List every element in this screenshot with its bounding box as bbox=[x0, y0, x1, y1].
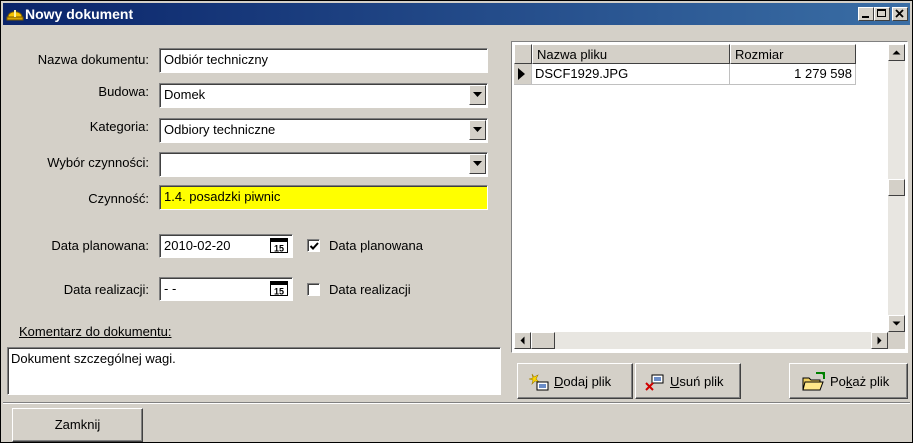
wybor-label: Wybór czynności: bbox=[47, 155, 149, 170]
kategoria-label: Kategoria: bbox=[89, 119, 149, 134]
data-planowana-label: Data planowana: bbox=[51, 238, 149, 253]
calendar-icon[interactable]: 15 bbox=[269, 280, 289, 297]
column-header-rozmiar[interactable]: Rozmiar bbox=[730, 44, 856, 64]
data-planowana-value: 2010-02-20 bbox=[164, 238, 231, 253]
calendar-day-text: 15 bbox=[274, 287, 284, 297]
checkmark-icon bbox=[309, 242, 319, 250]
show-file-label-rest: aż plik bbox=[852, 374, 890, 389]
table-cell-nazwa[interactable]: DSCF1929.JPG bbox=[532, 64, 730, 85]
add-file-label-rest: odaj plik bbox=[563, 374, 612, 389]
add-file-mnemonic: D bbox=[554, 374, 564, 389]
vertical-scrollbar[interactable] bbox=[888, 44, 905, 332]
grid-corner-header bbox=[514, 44, 532, 64]
current-row-icon bbox=[514, 68, 528, 85]
bottom-separator bbox=[3, 402, 910, 404]
add-file-button[interactable]: Dodaj plik bbox=[517, 363, 633, 399]
horizontal-scrollbar[interactable] bbox=[514, 332, 888, 349]
arrow-down-icon bbox=[892, 321, 901, 326]
row-indicator[interactable] bbox=[514, 64, 532, 85]
helmet-icon bbox=[6, 6, 24, 22]
calendar-day-text: 15 bbox=[274, 244, 284, 254]
data-realizacji-value: - - bbox=[164, 281, 177, 296]
scroll-down-button[interactable] bbox=[888, 315, 905, 332]
add-file-icon bbox=[528, 373, 550, 394]
remove-file-mnemonic: U bbox=[670, 374, 680, 389]
scroll-right-button[interactable] bbox=[871, 332, 888, 349]
kategoria-dropdown-button[interactable] bbox=[469, 120, 486, 140]
document-name-field[interactable]: Odbiór techniczny bbox=[159, 48, 488, 73]
czynnosc-field[interactable]: 1.4. posadzki piwnic bbox=[159, 185, 488, 210]
budowa-dropdown-button[interactable] bbox=[469, 85, 486, 105]
open-folder-icon bbox=[802, 371, 826, 395]
show-file-button[interactable]: Pokaż plik bbox=[789, 363, 908, 399]
data-realizacji-checkbox[interactable] bbox=[307, 283, 320, 296]
calendar-icon[interactable]: 15 bbox=[269, 237, 289, 254]
wybor-dropdown-button[interactable] bbox=[469, 154, 486, 174]
remove-file-label-rest: suń plik bbox=[679, 374, 724, 389]
komentarz-label: Komentarz do dokumentu: bbox=[19, 324, 172, 339]
data-realizacji-label: Data realizacji: bbox=[63, 282, 149, 297]
add-file-label: Dodaj plik bbox=[554, 374, 611, 389]
data-planowana-checkbox-label[interactable]: Data planowana bbox=[329, 238, 423, 253]
arrow-right-icon bbox=[877, 336, 882, 345]
dialog-window: Nowy dokument Nazwa dokumentu: Odbiór te… bbox=[0, 0, 913, 443]
maximize-button[interactable] bbox=[874, 7, 890, 21]
budowa-combo[interactable]: Domek bbox=[159, 83, 488, 108]
nazwa-label: Nazwa dokumentu: bbox=[37, 52, 149, 67]
arrow-up-icon bbox=[892, 50, 901, 55]
table-cell-rozmiar[interactable]: 1 279 598 bbox=[730, 64, 856, 85]
column-header-nazwa[interactable]: Nazwa pliku bbox=[532, 44, 730, 64]
close-button[interactable] bbox=[892, 7, 908, 21]
remove-file-label: Usuń plik bbox=[670, 374, 723, 389]
remove-file-icon bbox=[645, 373, 667, 394]
file-grid: Nazwa pliku Rozmiar DSCF1929.JPG 1 279 5… bbox=[511, 41, 908, 353]
window-title: Nowy dokument bbox=[25, 6, 134, 22]
scroll-thumb[interactable] bbox=[888, 179, 905, 196]
show-file-label-pre: Po bbox=[830, 374, 846, 389]
arrow-left-icon bbox=[520, 336, 525, 345]
close-dialog-button[interactable]: Zamknij bbox=[12, 408, 143, 442]
data-planowana-checkbox[interactable] bbox=[307, 239, 320, 252]
hscroll-thumb[interactable] bbox=[531, 332, 555, 349]
data-realizacji-checkbox-label[interactable]: Data realizacji bbox=[329, 282, 411, 297]
minimize-button[interactable] bbox=[858, 7, 874, 21]
kategoria-combo[interactable]: Odbiory techniczne bbox=[159, 118, 488, 143]
data-planowana-picker[interactable]: 2010-02-20 15 bbox=[159, 234, 293, 258]
data-realizacji-picker[interactable]: - - 15 bbox=[159, 277, 293, 301]
scroll-corner bbox=[888, 332, 905, 349]
scroll-up-button[interactable] bbox=[888, 44, 905, 61]
scroll-left-button[interactable] bbox=[514, 332, 531, 349]
title-bar[interactable]: Nowy dokument bbox=[3, 3, 910, 25]
wybor-combo[interactable] bbox=[159, 152, 488, 177]
budowa-value: Domek bbox=[164, 87, 206, 102]
remove-file-button[interactable]: Usuń plik bbox=[635, 363, 741, 399]
budowa-label: Budowa: bbox=[98, 84, 149, 99]
show-file-label: Pokaż plik bbox=[830, 374, 889, 389]
czynnosc-label: Czynność: bbox=[88, 191, 149, 206]
komentarz-textarea[interactable]: Dokument szczególnej wagi. bbox=[7, 347, 501, 395]
kategoria-value: Odbiory techniczne bbox=[164, 122, 276, 137]
